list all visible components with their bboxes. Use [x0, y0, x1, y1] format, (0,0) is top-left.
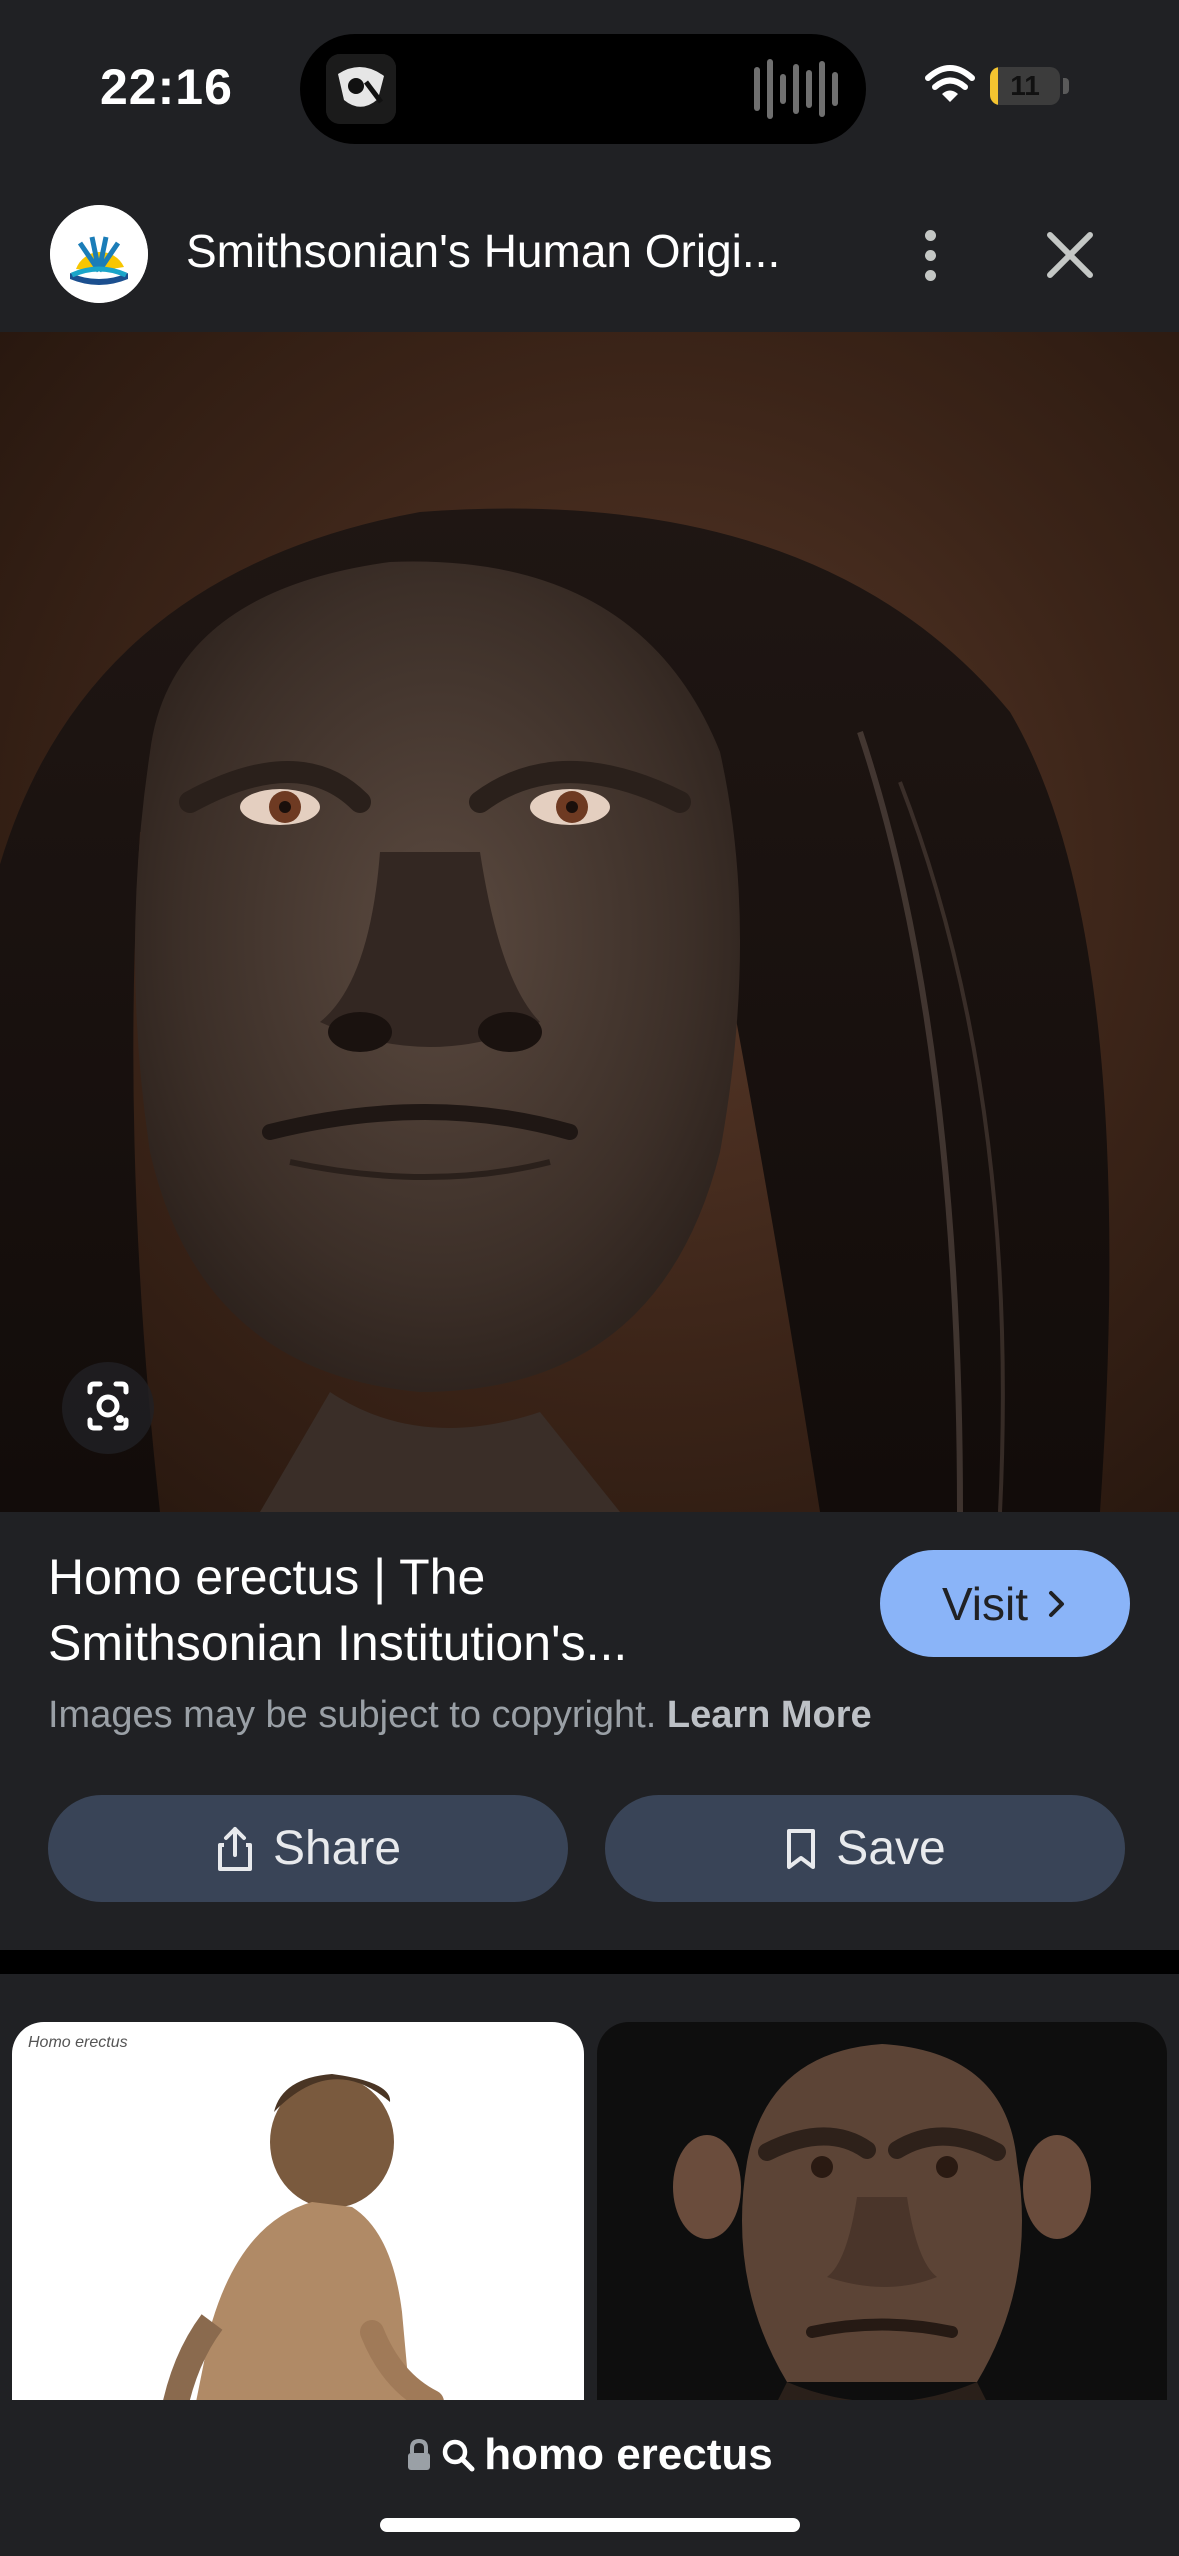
- bookmark-icon: [787, 1828, 816, 1869]
- result-title-line1: Homo erectus | The: [48, 1549, 486, 1605]
- home-indicator[interactable]: [380, 2518, 800, 2532]
- save-label: Save: [836, 1822, 946, 1875]
- share-button[interactable]: Share: [48, 1795, 568, 1902]
- url-display[interactable]: homo erectus: [0, 2430, 1179, 2480]
- dynamic-island[interactable]: [300, 34, 866, 144]
- result-title-line2: Smithsonian Institution's...: [48, 1615, 628, 1671]
- lock-icon: [408, 2438, 431, 2470]
- visit-label: Visit: [941, 1577, 1029, 1630]
- battery-icon: 11: [990, 67, 1060, 105]
- share-icon: [217, 1826, 252, 1871]
- copyright-text: Images may be subject to copyright.: [48, 1694, 657, 1736]
- related-image-thumbnail[interactable]: [597, 2022, 1167, 2422]
- search-icon: [442, 2439, 475, 2472]
- result-info-panel: Homo erectus | The Smithsonian Instituti…: [0, 1512, 1179, 1950]
- battery-percent: 11: [1010, 70, 1040, 101]
- hero-image[interactable]: [0, 332, 1179, 1512]
- site-logo-icon[interactable]: [50, 205, 148, 303]
- status-bar: 22:16 11: [0, 0, 1179, 175]
- share-label: Share: [272, 1822, 402, 1875]
- close-icon[interactable]: [1040, 225, 1100, 285]
- learn-more-link[interactable]: Learn More: [667, 1694, 872, 1736]
- site-title[interactable]: Smithsonian's Human Origi...: [186, 224, 780, 278]
- audio-waveform-icon: [754, 59, 838, 119]
- thumbnail-caption: Homo erectus: [28, 2034, 128, 2051]
- address-bar[interactable]: homo erectus: [0, 2400, 1179, 2556]
- wifi-icon: [925, 65, 975, 102]
- section-divider: [0, 1950, 1179, 1974]
- now-playing-artwork: [326, 54, 396, 124]
- result-title[interactable]: Homo erectus | The Smithsonian Instituti…: [48, 1544, 828, 1676]
- viewer-header: Smithsonian's Human Origi...: [0, 175, 1179, 332]
- clock: 22:16: [100, 59, 233, 115]
- google-lens-icon[interactable]: [62, 1362, 154, 1454]
- copyright-notice: Images may be subject to copyright. Lear…: [48, 1694, 872, 1737]
- save-button[interactable]: Save: [605, 1795, 1125, 1902]
- battery-tip: [1063, 78, 1069, 94]
- related-images-grid: Homo erectus: [0, 1974, 1179, 2422]
- visit-button[interactable]: Visit: [880, 1550, 1130, 1657]
- related-image-thumbnail[interactable]: Homo erectus: [12, 2022, 584, 2422]
- chevron-right-icon: [1049, 1590, 1065, 1617]
- search-query: homo erectus: [484, 2430, 773, 2479]
- more-options-icon[interactable]: [905, 220, 955, 290]
